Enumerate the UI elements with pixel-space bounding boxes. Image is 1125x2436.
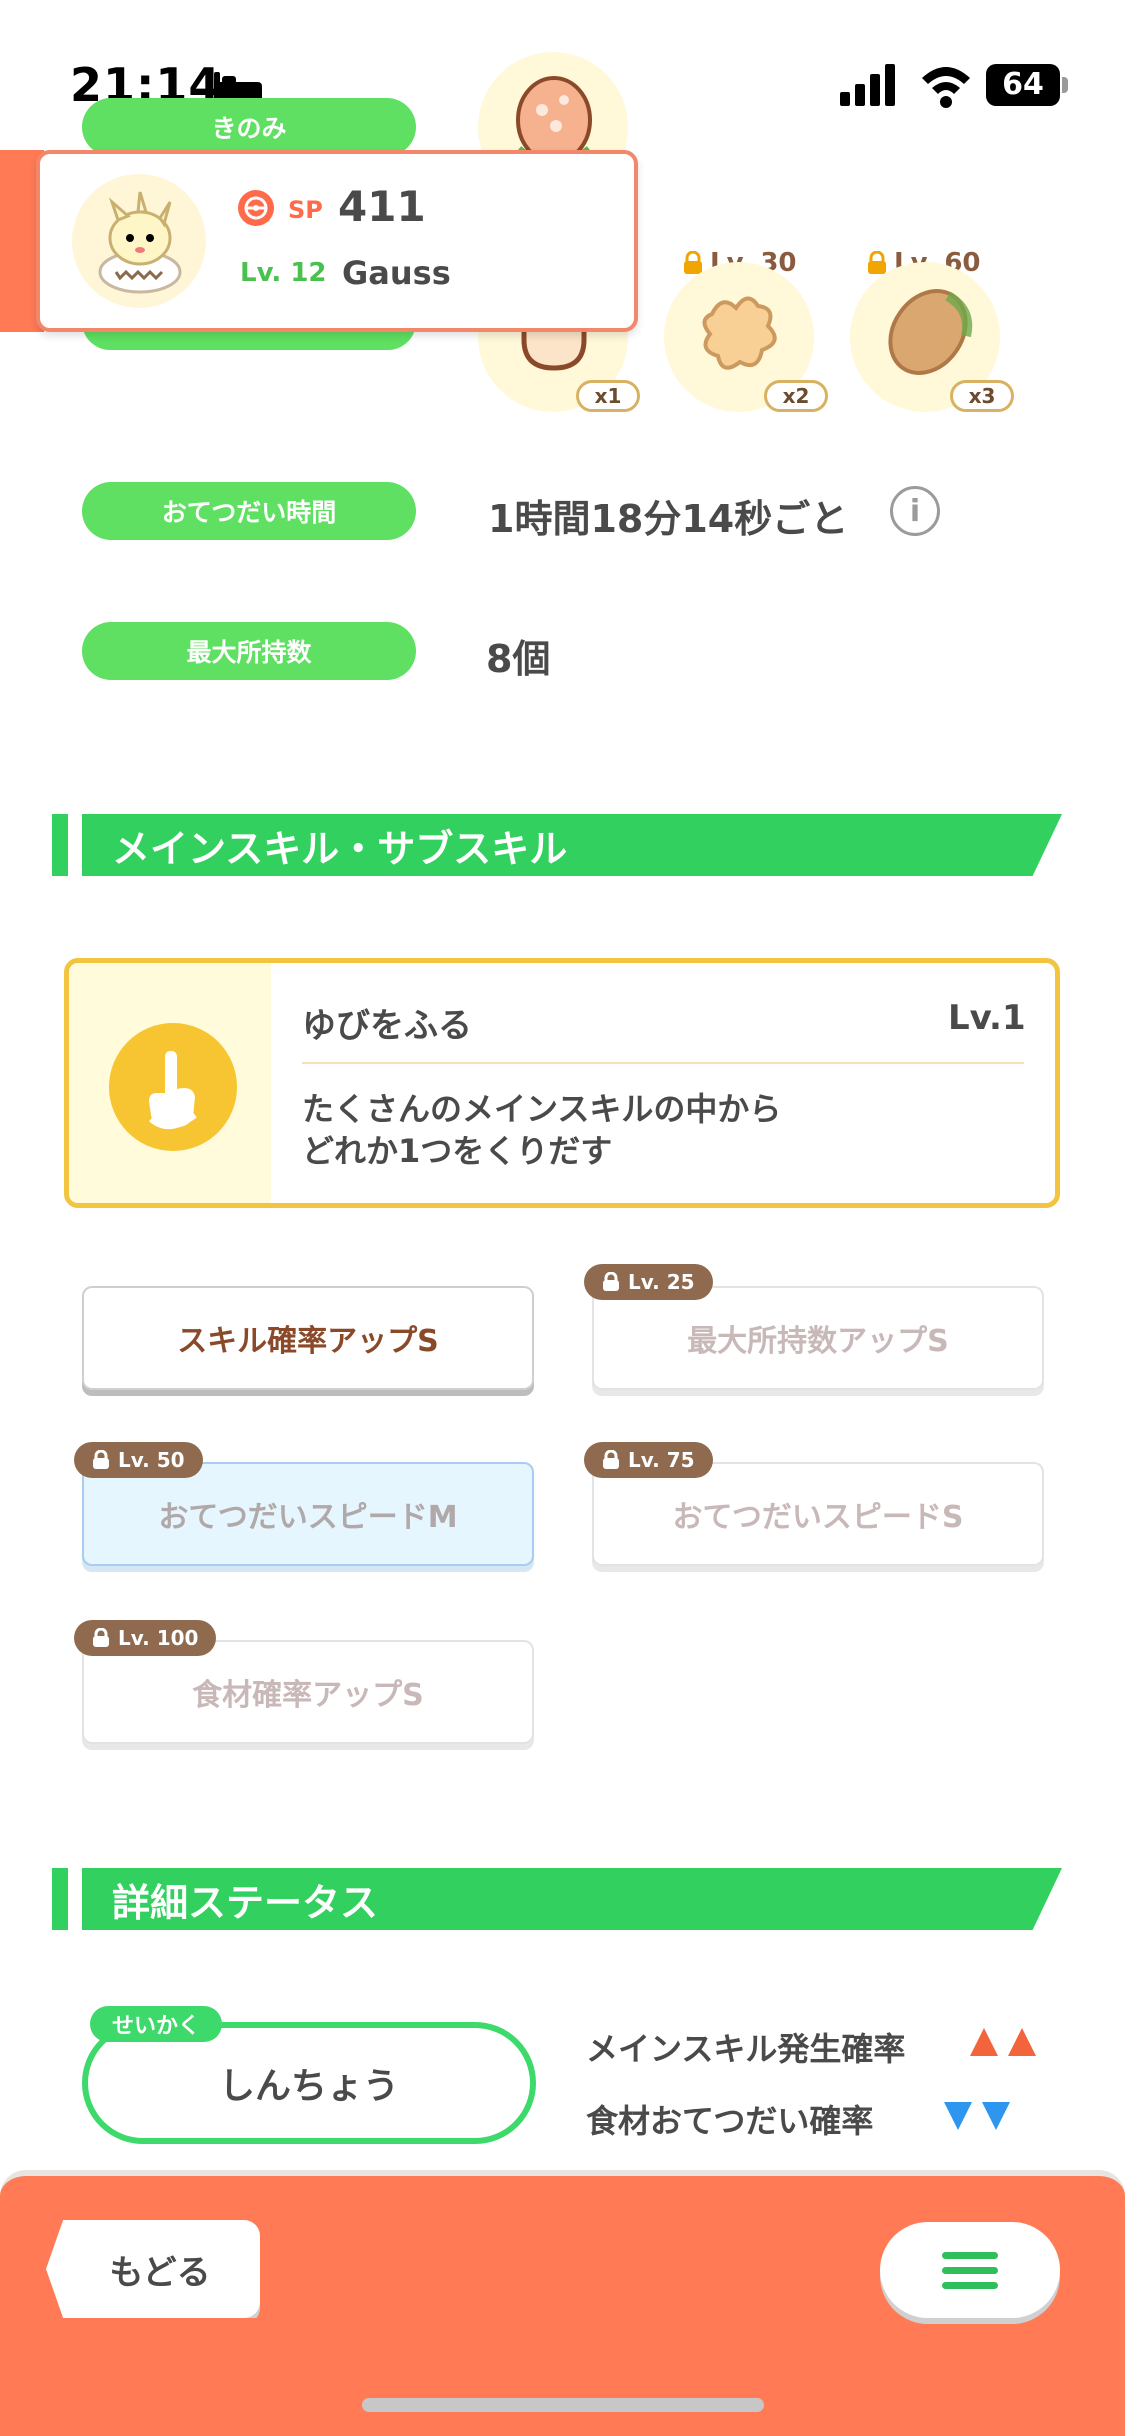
wifi-icon <box>922 67 970 108</box>
ingredient-count-1: x1 <box>576 380 640 412</box>
sub-skill-lock-badge-2: Lv. 25 <box>584 1264 713 1300</box>
help-time-value: 1時間18分14秒ごと <box>488 497 849 541</box>
section-accent <box>52 1868 68 1930</box>
main-skill-desc-line2: どれか1つをくりだす <box>302 1132 613 1170</box>
lock-level: Lv. 100 <box>118 1626 199 1650</box>
lock-level: Lv. 50 <box>118 1448 185 1472</box>
section-accent <box>52 814 68 876</box>
home-indicator[interactable] <box>362 2398 764 2412</box>
section-header-details: 詳細ステータス <box>82 1868 1062 1930</box>
help-time-label: おてつだい時間 <box>82 482 416 540</box>
main-skill-desc-line1: たくさんのメインスキルの中から <box>302 1090 782 1128</box>
lock-level: Lv. 75 <box>628 1448 695 1472</box>
max-carry-label: 最大所持数 <box>82 622 416 680</box>
battery-level: 64 <box>1002 67 1044 102</box>
lock-icon <box>602 1449 620 1470</box>
stat-up-icon <box>970 2028 1036 2056</box>
hamburger-icon <box>942 2252 998 2289</box>
sub-skill-button-2[interactable]: 最大所持数アップS <box>592 1286 1044 1390</box>
sp-icon <box>238 190 274 226</box>
ginger-ingredient-icon <box>702 296 777 370</box>
lock-level: Lv. 25 <box>628 1270 695 1294</box>
pokemon-name: Gauss <box>342 254 451 292</box>
cell-signal-icon <box>840 64 895 106</box>
max-carry-value: 8個 <box>486 637 551 681</box>
nature-tag: せいかく <box>90 2006 223 2042</box>
battery-tip <box>1062 77 1068 93</box>
back-button[interactable]: もどる <box>46 2220 260 2318</box>
main-skill-description: たくさんのメインスキルの中から どれか1つをくりだす <box>302 1088 781 1172</box>
sub-skill-button-1[interactable]: スキル確率アップS <box>82 1286 534 1390</box>
main-skill-name: ゆびをふる <box>302 1006 472 1046</box>
pokemon-sprite <box>98 191 182 294</box>
sub-skill-lock-badge-5: Lv. 100 <box>74 1620 217 1656</box>
ingredient-count-2: x2 <box>764 380 828 412</box>
lock-icon <box>92 1449 110 1470</box>
nature-down-label: 食材おてつだい確率 <box>586 2102 874 2140</box>
sp-label: SP <box>288 196 323 224</box>
stat-down-icon <box>944 2102 1010 2130</box>
lock-icon <box>866 250 888 275</box>
menu-button[interactable] <box>880 2222 1060 2318</box>
pokemon-level: Lv. 12 <box>240 258 327 288</box>
metronome-icon <box>109 1023 237 1151</box>
berry-label: きのみ <box>82 98 416 156</box>
section-header-skills: メインスキル・サブスキル <box>82 814 1062 876</box>
cacao-ingredient-icon <box>888 289 973 375</box>
main-skill-level: Lv.1 <box>948 998 1026 1038</box>
nature-up-label: メインスキル発生確率 <box>586 2030 906 2068</box>
sub-skill-lock-badge-4: Lv. 75 <box>584 1442 713 1478</box>
sp-value: 411 <box>338 182 426 231</box>
divider <box>302 1062 1024 1064</box>
main-skill-icon-area <box>69 963 271 1203</box>
lock-icon <box>602 1271 620 1292</box>
ingredient-count-3: x3 <box>950 380 1014 412</box>
info-icon[interactable]: i <box>890 486 940 536</box>
sub-skill-lock-badge-3: Lv. 50 <box>74 1442 203 1478</box>
lock-icon <box>92 1627 110 1648</box>
